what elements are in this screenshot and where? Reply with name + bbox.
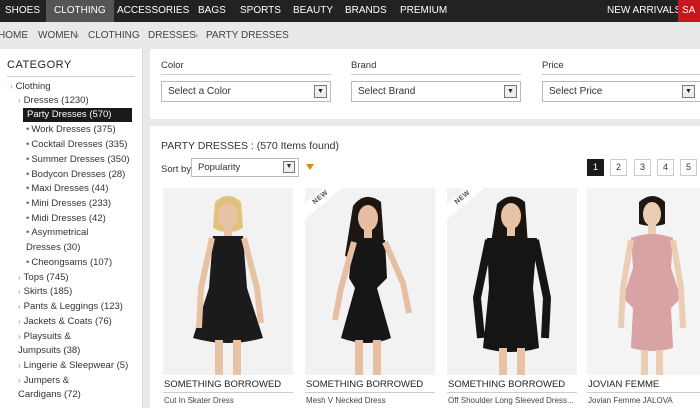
category-bodycon-dresses[interactable]: • Bodycon Dresses (28) <box>26 168 125 181</box>
caret-right-icon: › <box>10 82 13 91</box>
breadcrumb-dresses[interactable]: DRESSES <box>148 30 196 41</box>
chevron-right-icon: › <box>195 30 198 40</box>
breadcrumb: HOME › WOMEN › CLOTHING › DRESSES › PART… <box>0 22 700 49</box>
brand-select[interactable]: Select Brand ▼ <box>351 81 521 102</box>
category-jumpers[interactable]: › Jumpers & <box>18 374 69 387</box>
page-4[interactable]: 4 <box>657 159 674 176</box>
product-name[interactable]: Off Shoulder Long Sleeved Dress... <box>448 396 576 405</box>
chevron-down-icon: ▼ <box>682 85 695 98</box>
category-playsuits[interactable]: › Playsuits & <box>18 330 71 343</box>
sort-label: Sort by <box>161 164 192 175</box>
nav-premium[interactable]: PREMIUM <box>400 0 447 22</box>
product-brand[interactable]: JOVIAN FEMME <box>588 379 659 390</box>
category-midi-dresses[interactable]: • Midi Dresses (42) <box>26 212 106 225</box>
category-summer-dresses[interactable]: • Summer Dresses (350) <box>26 153 130 166</box>
category-work-dresses[interactable]: • Work Dresses (375) <box>26 123 116 136</box>
brand-filter-label: Brand <box>351 60 377 71</box>
category-skirts[interactable]: › Skirts (185) <box>18 285 72 298</box>
nav-sale[interactable]: SA <box>678 0 700 22</box>
product-image[interactable] <box>587 188 700 375</box>
divider <box>587 392 700 393</box>
category-dresses[interactable]: › Dresses (1230) <box>18 94 89 107</box>
caret-right-icon: › <box>18 302 21 311</box>
price-filter-label: Price <box>542 60 564 71</box>
nav-beauty[interactable]: BEAUTY <box>293 0 333 22</box>
category-lingerie[interactable]: › Lingerie & Sleepwear (5) <box>18 359 128 372</box>
nav-accessories[interactable]: ACCESSORIES <box>117 0 189 22</box>
page-1[interactable]: 1 <box>587 159 604 176</box>
category-asymmetrical-dresses-count[interactable]: Dresses (30) <box>26 241 80 254</box>
category-clothing[interactable]: › Clothing <box>10 80 51 93</box>
divider <box>163 392 293 393</box>
chevron-down-icon: ▼ <box>283 161 295 173</box>
caret-right-icon: › <box>18 317 21 326</box>
product-brand[interactable]: SOMETHING BORROWED <box>164 379 281 390</box>
sort-direction-icon[interactable] <box>306 164 314 170</box>
caret-right-icon: › <box>18 287 21 296</box>
product-name[interactable]: Cut In Skater Dress <box>164 396 292 405</box>
divider <box>161 74 331 75</box>
product-card[interactable]: SOMETHING BORROWED Cut In Skater Dress <box>163 188 293 408</box>
caret-right-icon: › <box>18 376 21 385</box>
category-mini-dresses[interactable]: • Mini Dresses (233) <box>26 197 111 210</box>
nav-new-arrivals[interactable]: NEW ARRIVALS <box>607 0 681 22</box>
top-navigation: SHOES CLOTHING ACCESSORIES BAGS SPORTS B… <box>0 0 700 22</box>
sort-select[interactable]: Popularity ▼ <box>191 158 299 177</box>
page-2[interactable]: 2 <box>610 159 627 176</box>
divider <box>351 74 521 75</box>
category-maxi-dresses[interactable]: • Maxi Dresses (44) <box>26 182 108 195</box>
product-name[interactable]: Jovian Femme JALOVA <box>588 396 700 405</box>
chevron-right-icon: › <box>137 30 140 40</box>
nav-bags[interactable]: BAGS <box>198 0 226 22</box>
caret-right-icon: › <box>18 361 21 370</box>
category-jackets-coats[interactable]: › Jackets & Coats (76) <box>18 315 112 328</box>
chevron-right-icon: › <box>24 30 27 40</box>
category-cheongsams[interactable]: • Cheongsams (107) <box>26 256 112 269</box>
nav-brands[interactable]: BRANDS <box>345 0 387 22</box>
caret-right-icon: › <box>18 273 21 282</box>
chevron-down-icon: ▼ <box>504 85 517 98</box>
category-tops[interactable]: › Tops (745) <box>18 271 69 284</box>
divider <box>305 392 435 393</box>
breadcrumb-party-dresses[interactable]: PARTY DRESSES <box>206 30 289 41</box>
product-card[interactable]: JOVIAN FEMME Jovian Femme JALOVA <box>587 188 700 408</box>
caret-right-icon: › <box>18 96 21 105</box>
nav-clothing[interactable]: CLOTHING <box>46 0 114 22</box>
breadcrumb-women[interactable]: WOMEN <box>38 30 77 41</box>
nav-sports[interactable]: SPORTS <box>240 0 281 22</box>
category-sidebar: CATEGORY › Clothing › Dresses (1230) Party… <box>0 49 143 408</box>
product-brand[interactable]: SOMETHING BORROWED <box>448 379 565 390</box>
color-filter-label: Color <box>161 60 184 71</box>
divider <box>7 76 135 77</box>
listing-title: PARTY DRESSES : (570 Items found) <box>161 140 339 152</box>
divider <box>542 74 700 75</box>
breadcrumb-clothing[interactable]: CLOTHING <box>88 30 140 41</box>
nav-shoes[interactable]: SHOES <box>5 0 40 22</box>
page-3[interactable]: 3 <box>634 159 651 176</box>
category-cardigans[interactable]: Cardigans (72) <box>18 388 81 401</box>
product-listing: PARTY DRESSES : (570 Items found) Sort b… <box>150 126 700 408</box>
category-asymmetrical-dresses[interactable]: • Asymmetrical <box>26 226 88 239</box>
category-party-dresses[interactable]: Party Dresses (570) <box>23 108 132 122</box>
category-pants-leggings[interactable]: › Pants & Leggings (123) <box>18 300 123 313</box>
caret-right-icon: › <box>18 332 21 341</box>
product-image[interactable]: NEW <box>305 188 435 375</box>
product-card[interactable]: NEW SOMETHING BORROWED Mesh V Necked Dre… <box>305 188 435 408</box>
chevron-right-icon: › <box>76 30 79 40</box>
product-card[interactable]: NEW SOMETHING BORROWED Off Shoulder Long… <box>447 188 577 408</box>
page-5[interactable]: 5 <box>680 159 697 176</box>
category-cocktail-dresses[interactable]: • Cocktail Dresses (335) <box>26 138 127 151</box>
category-heading: CATEGORY <box>7 59 72 71</box>
product-image[interactable]: NEW <box>447 188 577 375</box>
product-name[interactable]: Mesh V Necked Dress <box>306 396 434 405</box>
product-brand[interactable]: SOMETHING BORROWED <box>306 379 423 390</box>
color-select[interactable]: Select a Color ▼ <box>161 81 331 102</box>
filter-bar: Color Select a Color ▼ Brand Select Brand… <box>150 49 700 119</box>
category-jumpsuits[interactable]: Jumpsuits (38) <box>18 344 80 357</box>
product-image[interactable] <box>163 188 293 375</box>
chevron-down-icon: ▼ <box>314 85 327 98</box>
divider <box>447 392 577 393</box>
price-select[interactable]: Select Price ▼ <box>542 81 700 102</box>
